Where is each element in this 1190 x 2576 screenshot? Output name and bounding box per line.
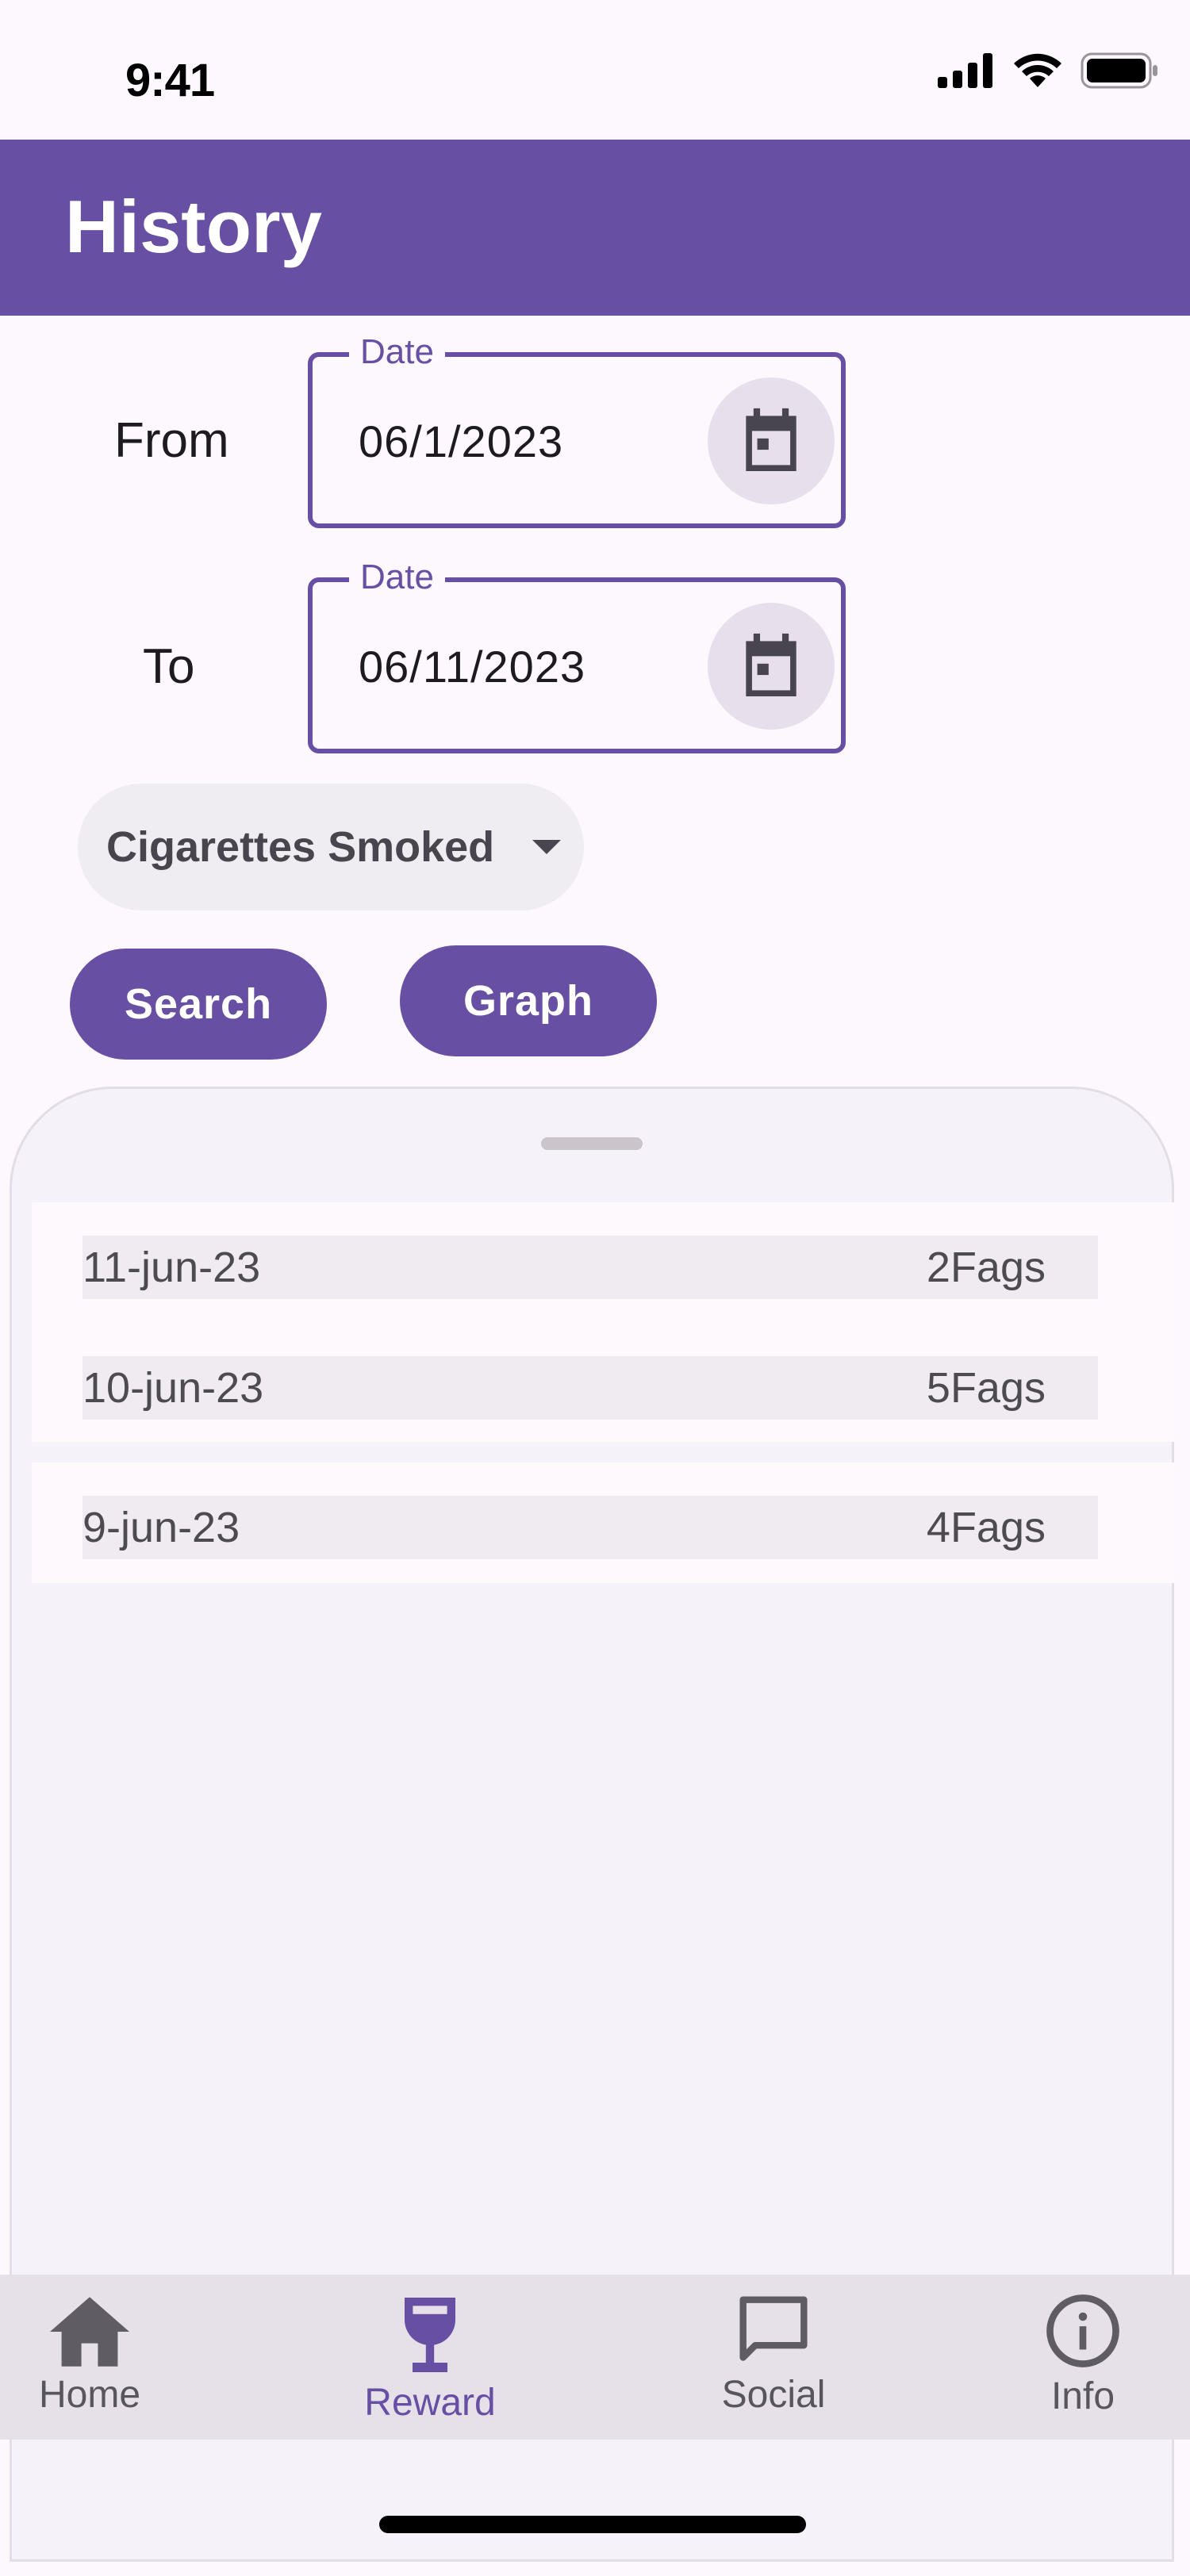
drag-handle[interactable] xyxy=(541,1137,643,1150)
page-title: History xyxy=(65,185,322,268)
nav-label-home: Home xyxy=(38,2374,141,2416)
home-icon xyxy=(50,2297,129,2367)
nav-item-home[interactable]: Home xyxy=(32,2297,148,2417)
goblet-icon xyxy=(405,2298,455,2372)
calendar-icon xyxy=(746,408,797,471)
nav-item-reward[interactable]: Reward xyxy=(351,2297,509,2425)
history-row-date: 10-jun-23 xyxy=(83,1364,264,1412)
search-button[interactable]: Search xyxy=(70,949,327,1060)
nav-label-info: Info xyxy=(1050,2375,1115,2417)
history-row-date: 11-jun-23 xyxy=(83,1244,261,1291)
nav-item-info[interactable]: Info xyxy=(1031,2294,1134,2418)
history-row[interactable]: 10-jun-23 5Fags xyxy=(83,1356,1098,1420)
signal-icon xyxy=(938,53,992,88)
graph-button[interactable]: Graph xyxy=(400,945,657,1056)
nav-item-social[interactable]: Social xyxy=(706,2294,841,2417)
home-indicator[interactable] xyxy=(379,2516,806,2533)
from-date-value[interactable]: 06/1/2023 xyxy=(359,416,563,467)
info-icon xyxy=(1046,2294,1119,2367)
calendar-icon xyxy=(746,633,797,696)
to-calendar-button[interactable] xyxy=(708,603,835,730)
status-icons xyxy=(938,52,1158,89)
history-row-value: 5Fags xyxy=(926,1364,1046,1412)
history-row-value: 4Fags xyxy=(926,1504,1046,1551)
to-date-field-label: Date xyxy=(349,558,445,596)
bottom-nav xyxy=(0,2275,1190,2440)
to-label: To xyxy=(143,639,195,694)
wifi-icon xyxy=(1014,53,1061,87)
to-date-value[interactable]: 06/11/2023 xyxy=(359,641,585,692)
history-row[interactable]: 9-jun-23 4Fags xyxy=(83,1496,1098,1559)
chat-bubble-icon xyxy=(739,2296,808,2361)
history-row[interactable]: 11-jun-23 2Fags xyxy=(83,1236,1098,1299)
history-row-date: 9-jun-23 xyxy=(83,1504,240,1551)
caret-down-icon xyxy=(532,840,562,854)
nav-label-social: Social xyxy=(721,2374,826,2416)
status-time: 9:41 xyxy=(125,55,215,106)
from-calendar-button[interactable] xyxy=(708,378,835,504)
metric-dropdown[interactable]: Cigarettes Smoked xyxy=(78,784,584,910)
history-row-value: 2Fags xyxy=(926,1244,1046,1291)
battery-icon xyxy=(1081,52,1157,89)
nav-label-reward: Reward xyxy=(364,2382,496,2424)
from-date-field-label: Date xyxy=(349,333,445,371)
from-label: From xyxy=(114,413,229,468)
metric-dropdown-value: Cigarettes Smoked xyxy=(106,823,495,871)
